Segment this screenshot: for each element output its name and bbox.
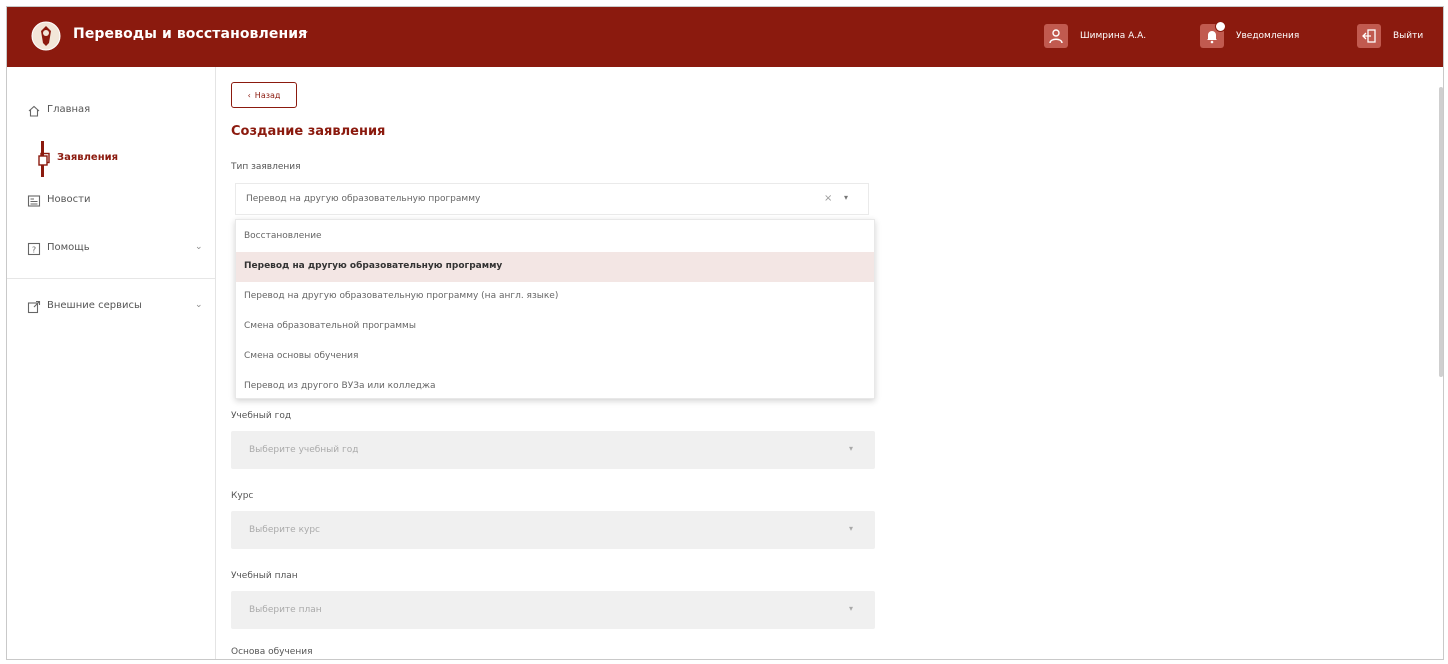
study-plan-select[interactable]: Выберите план ▾ (231, 591, 875, 629)
chevron-down-icon: ▾ (849, 524, 854, 533)
year-field-label: Учебный год (231, 411, 292, 421)
dropdown-option[interactable]: Смена образовательной программы (236, 312, 874, 342)
svg-text:?: ? (32, 246, 36, 255)
chevron-down-icon: ⌄ (195, 300, 203, 310)
university-logo-icon (31, 21, 61, 51)
help-icon: ? (27, 242, 41, 256)
sidebar-item-label: Заявления (57, 152, 119, 163)
sidebar-item-label: Внешние сервисы (47, 300, 142, 311)
page-scrollbar[interactable] (1439, 87, 1443, 377)
external-link-icon (27, 300, 41, 314)
sidebar-item-external-services[interactable]: Внешние сервисы ⌄ (7, 289, 215, 325)
chevron-down-icon: ▾ (849, 604, 854, 613)
study-plan-placeholder: Выберите план (249, 605, 322, 615)
course-placeholder: Выберите курс (249, 525, 320, 535)
academic-year-placeholder: Выберите учебный год (249, 445, 359, 455)
application-type-value: Перевод на другую образовательную програ… (246, 194, 481, 204)
logout-label: Выйти (1393, 31, 1424, 41)
news-icon (27, 195, 41, 207)
sidebar-item-home[interactable]: Главная (7, 93, 215, 129)
clear-icon[interactable]: × (824, 193, 832, 204)
chevron-down-icon[interactable]: ▾ (844, 193, 848, 202)
chevron-down-icon[interactable]: ⌄ (300, 23, 310, 37)
sidebar-item-label: Новости (47, 194, 91, 205)
user-icon (1044, 24, 1068, 48)
application-type-dropdown: Восстановление Перевод на другую образов… (235, 219, 875, 399)
app-title[interactable]: Переводы и восстановления (73, 26, 307, 42)
bell-icon (1200, 21, 1226, 48)
course-select[interactable]: Выберите курс ▾ (231, 511, 875, 549)
chevron-down-icon: ▾ (849, 444, 854, 453)
dropdown-option[interactable]: Перевод на другую образовательную програ… (236, 282, 874, 312)
sidebar-item-news[interactable]: Новости (7, 183, 215, 219)
course-field-label: Курс (231, 491, 254, 501)
sidebar-item-help[interactable]: ? Помощь ⌄ (7, 231, 215, 267)
notifications-button[interactable]: Уведомления (1200, 21, 1300, 49)
type-field-label: Тип заявления (231, 162, 301, 172)
sidebar-divider (7, 278, 215, 279)
sidebar: Главная Заявления Новости ? Помощь ⌄ Вне… (7, 67, 216, 659)
user-name: Шимрина А.А. (1080, 31, 1147, 41)
back-button[interactable]: ‹ Назад (231, 82, 297, 108)
sidebar-item-applications[interactable]: Заявления (7, 141, 215, 177)
top-header: Переводы и восстановления ⌄ Шимрина А.А.… (7, 7, 1443, 67)
dropdown-option-selected[interactable]: Перевод на другую образовательную програ… (236, 252, 874, 282)
sidebar-item-label: Главная (47, 104, 91, 115)
dropdown-option[interactable]: Смена основы обучения (236, 342, 874, 372)
notifications-label: Уведомления (1236, 31, 1300, 41)
dropdown-option[interactable]: Перевод из другого ВУЗа или колледжа (236, 372, 874, 402)
dropdown-option[interactable]: Восстановление (236, 222, 874, 252)
logout-icon (1357, 24, 1381, 48)
application-type-select[interactable]: Перевод на другую образовательную програ… (235, 183, 869, 215)
back-label: Назад (254, 90, 281, 100)
app-window: Переводы и восстановления ⌄ Шимрина А.А.… (6, 6, 1444, 660)
chevron-left-icon: ‹ (247, 90, 251, 100)
user-button[interactable]: Шимрина А.А. (1044, 23, 1146, 49)
academic-year-select[interactable]: Выберите учебный год ▾ (231, 431, 875, 469)
notification-badge (1215, 21, 1226, 32)
page-title: Создание заявления (231, 124, 386, 139)
chevron-down-icon: ⌄ (195, 242, 203, 252)
logout-button[interactable]: Выйти (1357, 23, 1423, 49)
documents-icon (38, 152, 50, 166)
home-icon (28, 105, 40, 117)
plan-field-label: Учебный план (231, 571, 298, 581)
basis-field-label: Основа обучения (231, 647, 313, 657)
sidebar-item-label: Помощь (47, 242, 90, 253)
